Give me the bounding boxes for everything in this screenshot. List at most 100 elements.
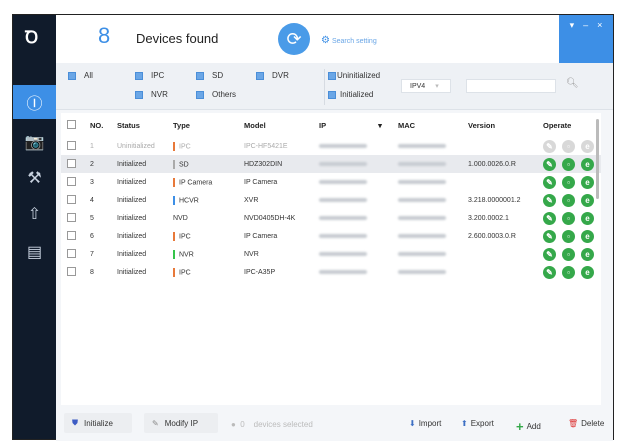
row-model: IPC-HF5421E: [244, 142, 288, 150]
table-row[interactable]: 6 Initialized IPC IP Camera 2.600.0003.0…: [61, 227, 601, 245]
sidebar-ip-icon[interactable]: Ⓘ: [13, 85, 56, 119]
row-model: HDZ302DIN: [244, 160, 283, 168]
sidebar-camera-icon[interactable]: 📷: [13, 125, 56, 159]
web-browser-icon[interactable]: e: [581, 139, 594, 153]
web-browser-icon[interactable]: e: [581, 157, 594, 171]
ip-version-select[interactable]: IPV4 ▾: [401, 79, 451, 93]
import-button[interactable]: ⬇ Import: [409, 419, 441, 428]
modify-ip-button[interactable]: ✎ Modify IP: [144, 413, 218, 433]
export-button[interactable]: ⬆ Export: [461, 419, 494, 428]
row-no: 7: [90, 250, 94, 258]
row-ip-blurred: [319, 251, 367, 256]
row-type: NVD: [173, 214, 188, 222]
edit-icon[interactable]: ✎: [543, 265, 556, 279]
row-checkbox[interactable]: [67, 230, 76, 240]
row-status: Initialized: [117, 160, 147, 168]
edit-icon[interactable]: ✎: [543, 139, 556, 153]
row-type: SD: [173, 159, 189, 169]
filter-nvr[interactable]: NVR: [135, 90, 168, 99]
col-type[interactable]: Type: [173, 121, 190, 130]
edit-icon[interactable]: ✎: [543, 247, 556, 261]
search-input[interactable]: [466, 79, 556, 93]
web-browser-icon[interactable]: e: [581, 229, 594, 243]
minimize-icon[interactable]: –: [583, 20, 588, 63]
row-mac-blurred: [398, 143, 446, 148]
table-row[interactable]: 2 Initialized SD HDZ302DIN 1.000.0026.0.…: [61, 155, 601, 173]
row-checkbox[interactable]: [67, 266, 76, 276]
row-mac-blurred: [398, 215, 446, 220]
select-all-checkbox[interactable]: [67, 119, 76, 129]
scrollbar[interactable]: [596, 119, 599, 199]
device-info-icon[interactable]: ▫: [562, 193, 575, 207]
web-browser-icon[interactable]: e: [581, 175, 594, 189]
filter-dvr[interactable]: DVR: [256, 71, 289, 80]
col-mac[interactable]: MAC: [398, 121, 415, 130]
initialize-button[interactable]: ⛊ Initialize: [64, 413, 132, 433]
menu-icon[interactable]: ▾: [570, 20, 575, 63]
col-version[interactable]: Version: [468, 121, 495, 130]
device-info-icon[interactable]: ▫: [562, 157, 575, 171]
row-no: 6: [90, 232, 94, 240]
edit-icon[interactable]: ✎: [543, 175, 556, 189]
sidebar-upgrade-icon[interactable]: ⇧: [13, 197, 56, 231]
add-button[interactable]: + Add: [516, 419, 541, 434]
table-row[interactable]: 4 Initialized HCVR XVR 3.218.0000001.2 ✎…: [61, 191, 601, 209]
table-row[interactable]: 3 Initialized IP Camera IP Camera ✎ ▫ e: [61, 173, 601, 191]
filter-others[interactable]: Others: [196, 90, 236, 99]
table-row[interactable]: 8 Initialized IPC IPC-A35P ✎ ▫ e: [61, 263, 601, 281]
delete-button[interactable]: 🗑︎ Delete: [568, 419, 604, 428]
filter-ipc[interactable]: IPC: [135, 71, 164, 80]
table-row[interactable]: 7 Initialized NVR NVR ✎ ▫ e: [61, 245, 601, 263]
search-icon[interactable]: 🔍︎: [566, 78, 579, 89]
col-no[interactable]: NO.: [90, 121, 103, 130]
bottom-toolbar: ⛊ Initialize ✎ Modify IP ● 0 devices selec…: [56, 407, 613, 441]
filter-initialized[interactable]: Initialized: [328, 90, 373, 99]
row-status: Initialized: [117, 250, 147, 258]
row-model: NVD0405DH-4K: [244, 214, 296, 222]
page-title: Devices found: [136, 31, 219, 46]
edit-icon[interactable]: ✎: [543, 157, 556, 171]
row-checkbox[interactable]: [67, 158, 76, 168]
edit-icon[interactable]: ✎: [543, 229, 556, 243]
col-ip[interactable]: IP ▾: [319, 121, 382, 130]
search-setting-link[interactable]: ⚙ Search setting: [321, 35, 377, 46]
row-checkbox[interactable]: [67, 194, 76, 204]
device-info-icon[interactable]: ▫: [562, 139, 575, 153]
device-info-icon[interactable]: ▫: [562, 229, 575, 243]
row-ip-blurred: [319, 161, 367, 166]
table-header: NO. Status Type Model IP ▾ MAC Version Op…: [61, 115, 601, 135]
row-checkbox[interactable]: [67, 248, 76, 258]
web-browser-icon[interactable]: e: [581, 211, 594, 225]
row-no: 2: [90, 160, 94, 168]
table-row[interactable]: 1 Uninitialized IPC IPC-HF5421E ✎ ▫ e: [61, 137, 601, 155]
edit-icon[interactable]: ✎: [543, 211, 556, 225]
search-setting-label: Search setting: [331, 38, 377, 45]
device-info-icon[interactable]: ▫: [562, 211, 575, 225]
edit-icon[interactable]: ✎: [543, 193, 556, 207]
device-info-icon[interactable]: ▫: [562, 247, 575, 261]
col-model[interactable]: Model: [244, 121, 266, 130]
device-info-icon[interactable]: ▫: [562, 265, 575, 279]
row-checkbox[interactable]: [67, 140, 76, 150]
filter-all[interactable]: All: [68, 71, 93, 80]
header: 8 Devices found ⟳ ⚙ Search setting ▾ – ×: [56, 15, 613, 63]
device-info-icon[interactable]: ▫: [562, 175, 575, 189]
row-type: NVR: [173, 249, 194, 259]
sidebar-tools-icon[interactable]: ⚒: [13, 161, 56, 195]
filter-sd[interactable]: SD: [196, 71, 223, 80]
gear-icon: ⚙: [321, 35, 330, 46]
sidebar-list-icon[interactable]: ▤: [13, 235, 56, 269]
refresh-button[interactable]: ⟳: [278, 23, 310, 55]
col-status[interactable]: Status: [117, 121, 140, 130]
selection-status: ● 0 devices selected: [231, 420, 313, 429]
filter-uninitialized[interactable]: Uninitialized: [328, 71, 380, 80]
row-version: 3.200.0002.1: [468, 214, 509, 222]
web-browser-icon[interactable]: e: [581, 247, 594, 261]
web-browser-icon[interactable]: e: [581, 265, 594, 279]
web-browser-icon[interactable]: e: [581, 193, 594, 207]
close-icon[interactable]: ×: [597, 20, 602, 63]
table-row[interactable]: 5 Initialized NVD NVD0405DH-4K 3.200.000…: [61, 209, 601, 227]
row-version: 1.000.0026.0.R: [468, 160, 516, 168]
row-checkbox[interactable]: [67, 212, 76, 222]
row-checkbox[interactable]: [67, 176, 76, 186]
